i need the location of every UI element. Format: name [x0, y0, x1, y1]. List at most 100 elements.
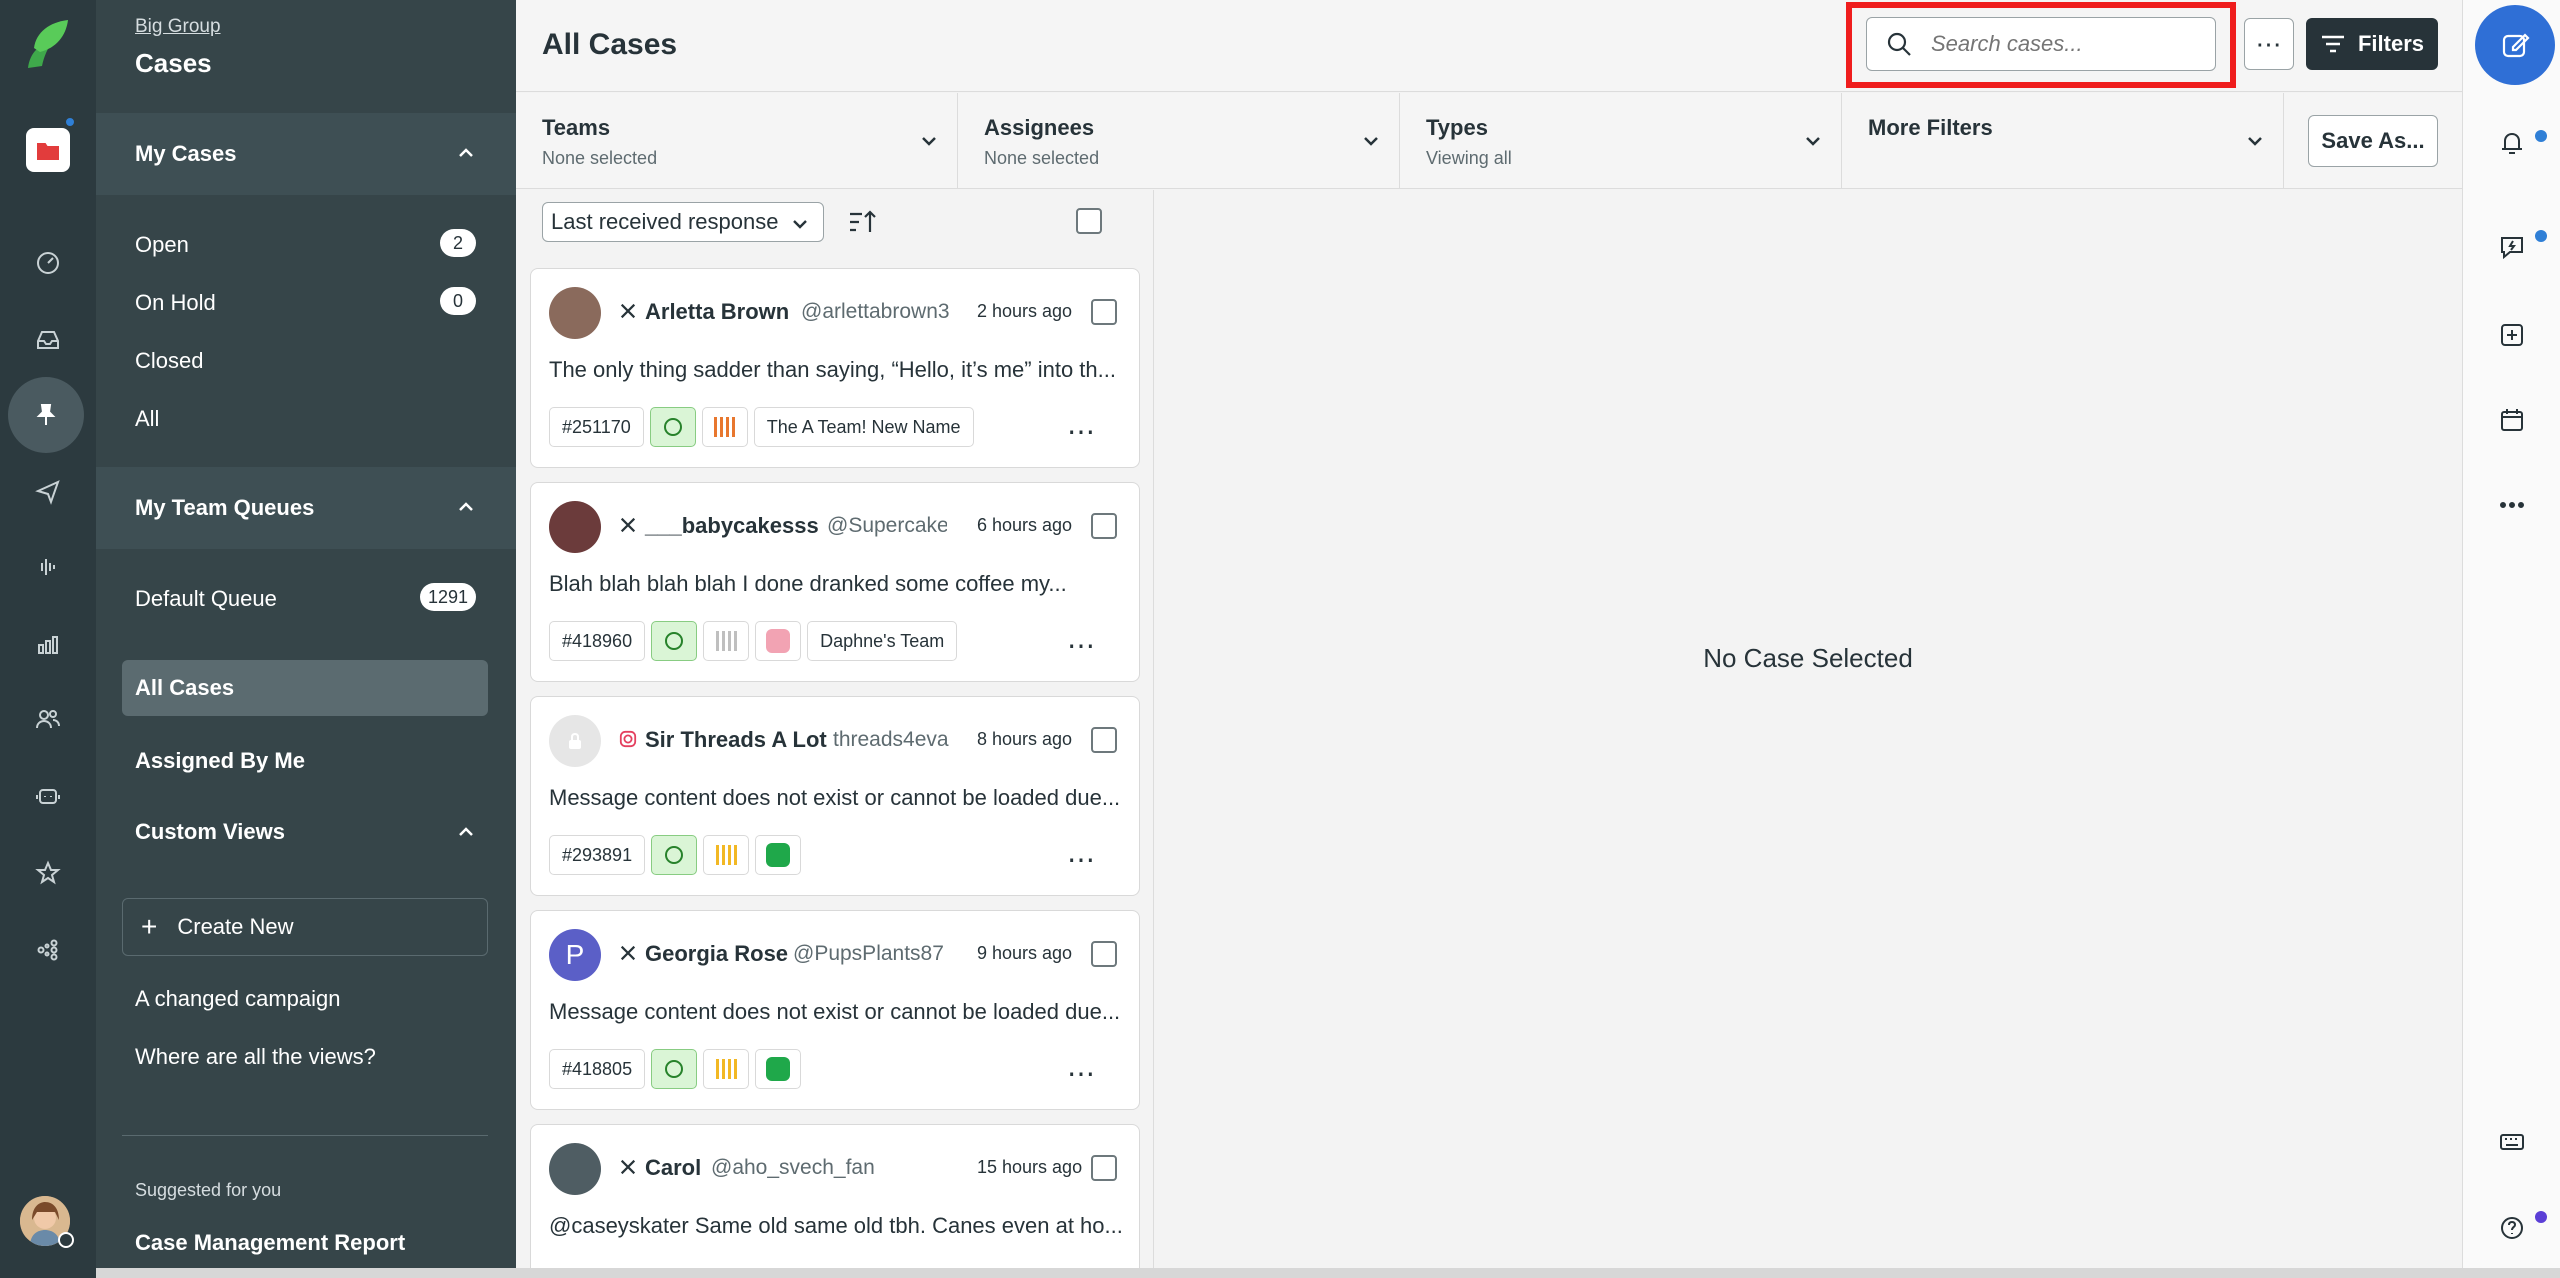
- case-id-tag: #251170: [549, 407, 644, 447]
- search-input[interactable]: [1931, 31, 2191, 57]
- reviews-nav-icon[interactable]: [26, 851, 70, 895]
- team-queues-section-header[interactable]: My Team Queues: [96, 467, 516, 549]
- author-name[interactable]: Arletta Brown: [645, 299, 789, 325]
- author-name[interactable]: Carol: [645, 1155, 701, 1181]
- case-more-button[interactable]: ⋯: [1067, 843, 1096, 876]
- lock-icon: [569, 732, 581, 749]
- case-card[interactable]: Carol @aho_svech_fan 15 hours ago @caseyska…: [530, 1124, 1140, 1278]
- types-filter[interactable]: Types Viewing all: [1400, 93, 1842, 189]
- page-header: All Cases ⋯ Filters: [516, 0, 2462, 92]
- my-cases-label: My Cases: [135, 141, 237, 166]
- notification-dot: [2535, 130, 2547, 142]
- create-new-label: Create New: [177, 914, 294, 939]
- search-box[interactable]: [1866, 17, 2216, 71]
- priority-tag[interactable]: [703, 621, 750, 661]
- suggested-report-link[interactable]: Case Management Report: [135, 1230, 405, 1256]
- case-card[interactable]: Sir Threads A Lot threads4eva 8 hours ago M…: [530, 696, 1140, 896]
- more-filters-filter[interactable]: More Filters: [1842, 93, 2284, 189]
- breadcrumb[interactable]: Big Group: [135, 16, 221, 38]
- sidebar-item-assigned-by-me[interactable]: Assigned By Me: [135, 748, 305, 774]
- listening-nav-icon[interactable]: [26, 545, 70, 589]
- teams-filter[interactable]: Teams None selected: [516, 93, 958, 189]
- inbox-nav-icon[interactable]: [26, 318, 70, 362]
- chevron-up-icon[interactable]: [456, 822, 476, 842]
- circle-status-icon: [665, 1060, 684, 1078]
- integrations-nav-icon[interactable]: [26, 928, 70, 972]
- case-card[interactable]: Arletta Brown @arlettabrown3 2 hours ago Th…: [530, 268, 1140, 468]
- create-new-view-button[interactable]: + Create New: [122, 898, 488, 956]
- circle-status-icon: [665, 846, 684, 864]
- sort-select[interactable]: Last received response: [542, 202, 824, 242]
- reports-nav-icon[interactable]: [26, 622, 70, 666]
- case-checkbox[interactable]: [1091, 727, 1117, 753]
- compose-button[interactable]: [2475, 5, 2555, 85]
- status-tag[interactable]: [651, 835, 698, 875]
- dashboard-nav-icon[interactable]: [26, 241, 70, 285]
- keyboard-icon[interactable]: [2495, 1125, 2529, 1159]
- filter-value: None selected: [542, 148, 658, 168]
- sidebar-item-on-hold[interactable]: On Hold: [135, 290, 216, 316]
- brand-image-tag: [755, 621, 802, 661]
- priority-tag[interactable]: [701, 407, 748, 447]
- more-options-button[interactable]: ⋯: [2244, 18, 2294, 70]
- case-checkbox[interactable]: [1091, 941, 1117, 967]
- sprout-logo-icon[interactable]: [22, 18, 72, 70]
- custom-views-header[interactable]: Custom Views: [135, 819, 285, 845]
- filters-button[interactable]: Filters: [2306, 18, 2438, 70]
- bot-nav-icon[interactable]: [26, 774, 70, 818]
- sidebar-item-closed[interactable]: Closed: [135, 348, 203, 374]
- message-preview: Message content does not exist or cannot…: [549, 999, 1121, 1024]
- more-horizontal-icon[interactable]: [2495, 488, 2529, 522]
- help-icon[interactable]: [2495, 1211, 2529, 1245]
- status-tag[interactable]: [649, 407, 696, 447]
- my-cases-section-header[interactable]: My Cases: [96, 113, 516, 195]
- message-preview: @caseyskater Same old same old tbh. Cane…: [549, 1213, 1123, 1238]
- cases-nav-icon[interactable]: [26, 128, 70, 172]
- add-task-icon[interactable]: [2495, 318, 2529, 352]
- status-tag[interactable]: [651, 1049, 698, 1089]
- sort-direction-icon[interactable]: [846, 206, 878, 238]
- filter-value: None selected: [984, 148, 1100, 168]
- case-checkbox[interactable]: [1091, 1155, 1117, 1181]
- notifications-icon[interactable]: [2495, 126, 2529, 160]
- case-card[interactable]: P Georgia Rose @PupsPlants87 9 hours ago Mes…: [530, 910, 1140, 1110]
- priority-tag[interactable]: [703, 835, 750, 875]
- x-twitter-icon: [620, 945, 636, 961]
- calendar-icon[interactable]: [2495, 403, 2529, 437]
- team-tag: The A Team! New Name: [753, 407, 974, 447]
- bottom-scrollbar[interactable]: [96, 1268, 2560, 1278]
- avatar: P: [549, 929, 601, 981]
- publish-nav-icon[interactable]: [26, 470, 70, 514]
- custom-view-item[interactable]: A changed campaign: [135, 986, 341, 1012]
- case-card[interactable]: ___babycakesss @Supercake 6 hours ago Blah …: [530, 482, 1140, 682]
- status-tag[interactable]: [651, 621, 698, 661]
- case-more-button[interactable]: ⋯: [1067, 1057, 1096, 1090]
- sidebar-item-default-queue[interactable]: Default Queue: [135, 586, 277, 612]
- case-list: Last received response Arletta Brown @arl…: [516, 190, 1154, 1278]
- case-checkbox[interactable]: [1091, 513, 1117, 539]
- avatar: [549, 1143, 601, 1195]
- author-name[interactable]: ___babycakesss: [645, 513, 819, 539]
- case-more-button[interactable]: ⋯: [1067, 415, 1096, 448]
- case-more-button[interactable]: ⋯: [1067, 629, 1096, 662]
- case-checkbox[interactable]: [1091, 299, 1117, 325]
- save-as-button[interactable]: Save As...: [2308, 115, 2438, 167]
- author-name[interactable]: Georgia Rose: [645, 941, 788, 967]
- sidebar-item-open[interactable]: Open: [135, 232, 189, 258]
- default-queue-count-badge: 1291: [419, 583, 476, 611]
- activity-icon[interactable]: [2495, 230, 2529, 264]
- case-tags: #251170 The A Team! New Name: [549, 407, 974, 447]
- filter-label: Assignees: [984, 115, 1095, 140]
- author-name[interactable]: Sir Threads A Lot: [645, 727, 827, 753]
- priority-tag[interactable]: [703, 1049, 750, 1089]
- sidebar-item-all-cases[interactable]: All Cases: [122, 660, 488, 716]
- people-nav-icon[interactable]: [26, 697, 70, 741]
- sidebar-item-all[interactable]: All: [135, 406, 159, 432]
- select-all-checkbox[interactable]: [1076, 208, 1102, 234]
- custom-view-item[interactable]: Where are all the views?: [135, 1044, 376, 1070]
- circle-status-icon: [665, 632, 684, 650]
- pin-nav-icon[interactable]: [8, 377, 84, 453]
- notification-dot: [64, 116, 76, 128]
- assignees-filter[interactable]: Assignees None selected: [958, 93, 1400, 189]
- x-twitter-icon: [620, 1159, 636, 1175]
